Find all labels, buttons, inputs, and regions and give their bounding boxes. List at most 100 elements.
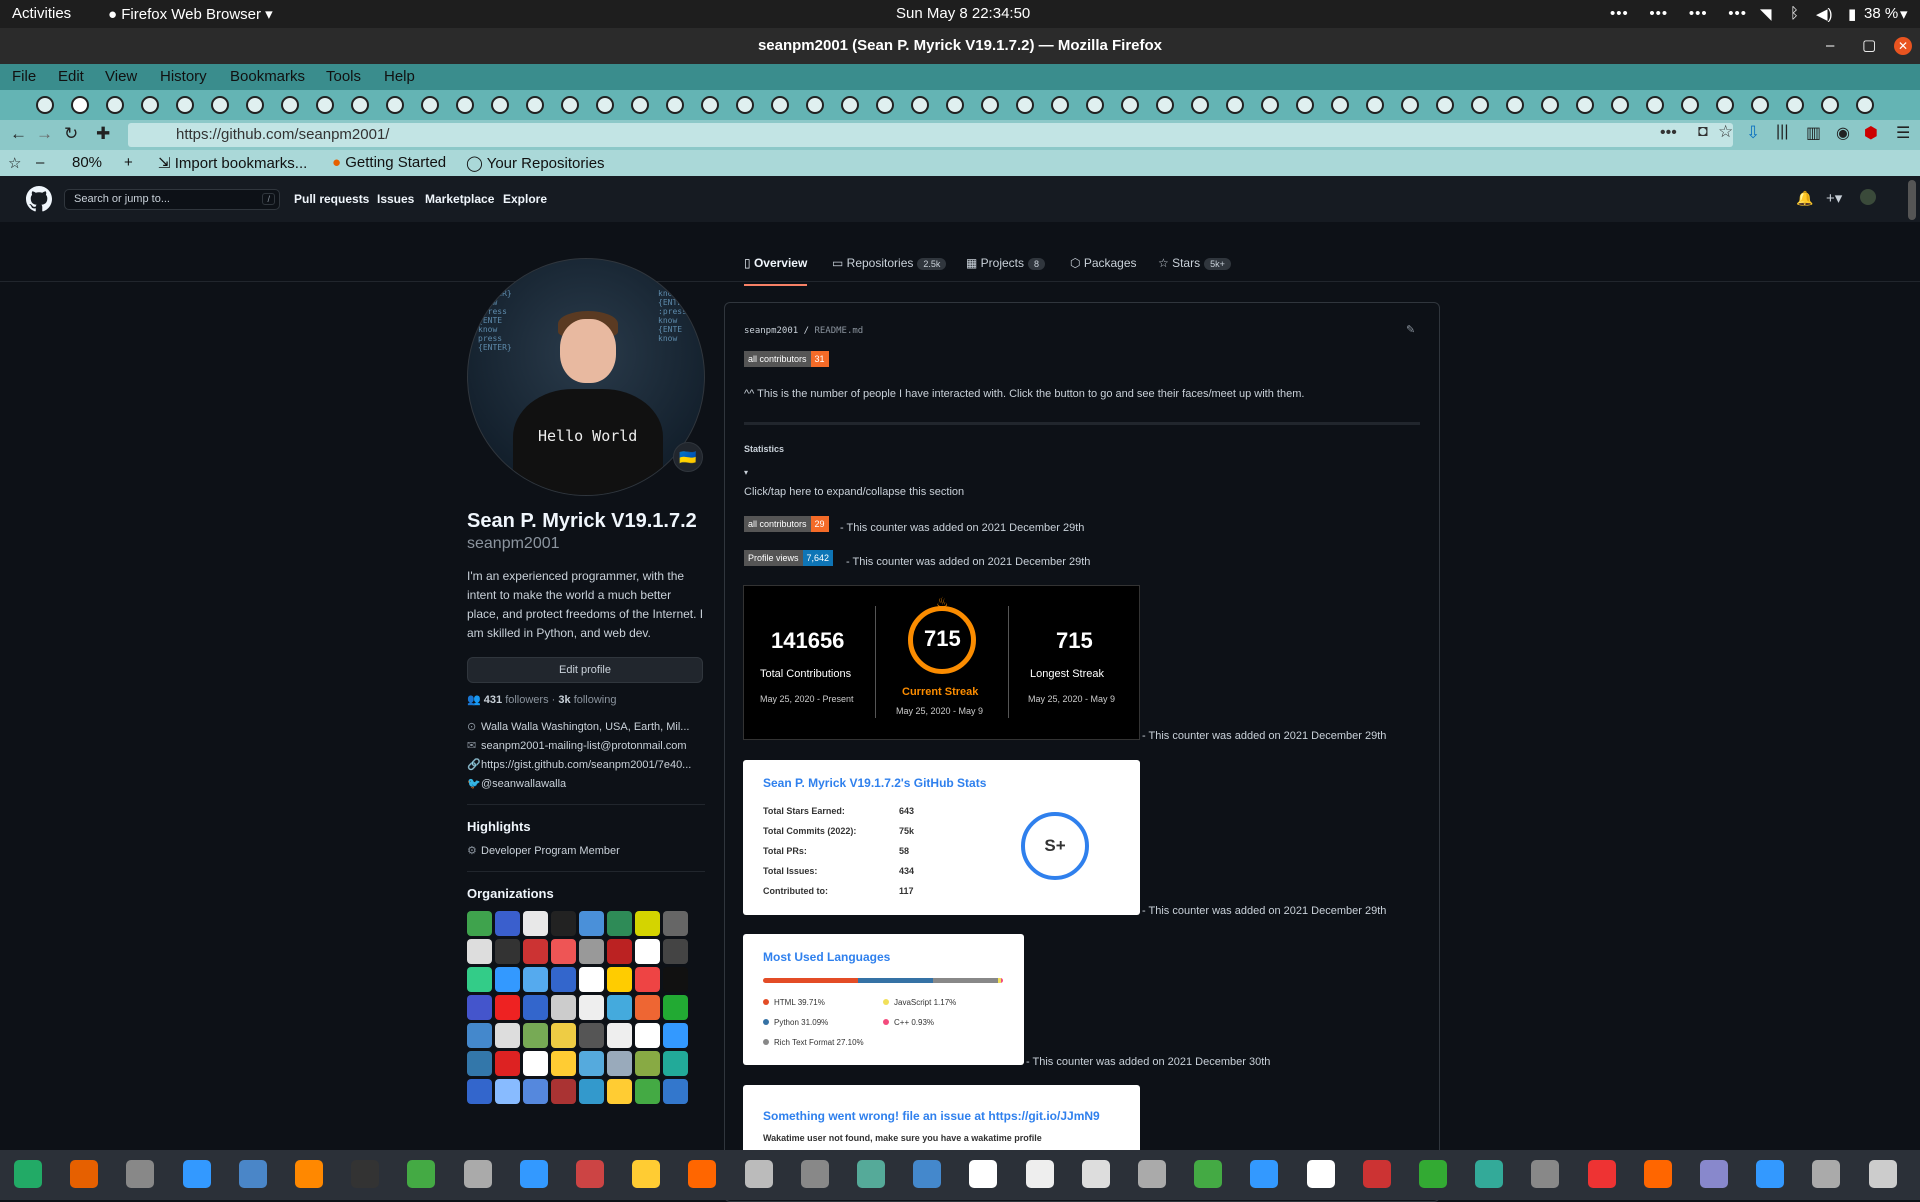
taskbar-app-icon[interactable] [463,1160,492,1188]
organization-avatar[interactable] [467,939,492,964]
browser-tab[interactable] [1786,96,1804,114]
taskbar-app-icon[interactable] [1081,1160,1110,1188]
organization-avatar[interactable] [495,1023,520,1048]
zoom-in-icon[interactable]: + [124,154,133,171]
tab-stars[interactable]: ☆ Stars 5k+ [1158,256,1231,270]
reload-icon[interactable]: ↻ [64,124,78,144]
organization-avatar[interactable] [551,995,576,1020]
bookmark-page-icon[interactable]: ☆ [8,154,21,172]
taskbar-app-icon[interactable] [800,1160,829,1188]
nav-explore[interactable]: Explore [503,192,547,206]
browser-tab[interactable] [561,96,579,114]
taskbar-app-icon[interactable] [632,1160,661,1188]
browser-tab[interactable] [526,96,544,114]
search-input[interactable]: Search or jump to... / [64,189,280,210]
organization-avatar[interactable] [579,939,604,964]
taskbar-app-icon[interactable] [1419,1160,1447,1188]
organization-avatar[interactable] [551,939,576,964]
taskbar-app-icon[interactable] [1812,1160,1841,1188]
browser-tab[interactable] [1261,96,1279,114]
tab-packages[interactable]: ⬡ Packages [1070,256,1137,270]
all-contributors-badge-2[interactable]: all contributors 29 [744,516,829,532]
browser-tab[interactable] [806,96,824,114]
tab-projects[interactable]: ▦ Projects 8 [966,256,1046,270]
browser-tab[interactable] [71,96,89,114]
browser-tab[interactable] [316,96,334,114]
github-logo-icon[interactable] [26,186,52,212]
organization-avatar[interactable] [551,911,576,936]
browser-tab[interactable] [1471,96,1489,114]
zoom-out-icon[interactable]: – [36,154,44,171]
browser-tab[interactable] [386,96,404,114]
profile-views-badge[interactable]: Profile views 7,642 [744,550,834,566]
menu-edit[interactable]: Edit [58,68,84,85]
browser-tab[interactable] [1821,96,1839,114]
browser-tab[interactable] [736,96,754,114]
browser-tab[interactable] [281,96,299,114]
extensions-icon[interactable]: ✚ [96,124,110,144]
organization-avatar[interactable] [467,1079,492,1104]
followers-count[interactable]: 431 [484,694,502,706]
organization-avatar[interactable] [607,939,632,964]
browser-tab[interactable] [631,96,649,114]
ublock-icon[interactable]: ⬢ [1864,123,1878,143]
taskbar-app-icon[interactable] [1756,1160,1785,1188]
most-used-languages-card[interactable]: Most Used Languages HTML 39.71% Python 31… [743,934,1024,1065]
github-stats-card[interactable]: Sean P. Myrick V19.1.7.2's GitHub Stats … [743,760,1140,915]
status-emoji-icon[interactable]: 🇺🇦 [673,442,703,472]
taskbar-app-icon[interactable] [913,1160,942,1188]
organization-avatar[interactable] [579,1079,604,1104]
organization-avatar[interactable] [467,995,492,1020]
profile-website[interactable]: 🔗https://gist.github.com/seanpm2001/7e40… [467,758,705,771]
browser-tab[interactable] [1051,96,1069,114]
followers-label[interactable]: followers [505,694,548,706]
organization-avatar[interactable] [467,967,492,992]
pocket-icon[interactable]: ◘ [1698,123,1708,141]
browser-tab[interactable] [841,96,859,114]
organization-avatar[interactable] [551,967,576,992]
browser-tab[interactable] [981,96,999,114]
menu-history[interactable]: History [160,68,207,85]
battery-icon[interactable]: ▮ [1848,5,1856,23]
organization-avatar[interactable] [579,911,604,936]
downloads-icon[interactable]: ⇩ [1746,123,1760,143]
streak-stats-card[interactable]: 141656 Total Contributions May 25, 2020 … [743,585,1140,740]
browser-tab[interactable] [491,96,509,114]
taskbar-app-icon[interactable] [407,1160,436,1188]
browser-tab[interactable] [1541,96,1559,114]
taskbar-app-icon[interactable] [70,1160,99,1188]
notifications-icon[interactable]: 🔔 [1796,190,1813,207]
organization-avatar[interactable] [523,1023,548,1048]
taskbar-app-icon[interactable] [126,1160,155,1188]
organization-avatar[interactable] [523,939,548,964]
organization-avatar[interactable] [551,1051,576,1076]
browser-tab[interactable] [351,96,369,114]
back-icon[interactable]: ← [10,124,27,144]
organization-avatar[interactable] [495,995,520,1020]
browser-tab[interactable] [596,96,614,114]
browser-tab[interactable] [946,96,964,114]
browser-tab[interactable] [246,96,264,114]
taskbar-app-icon[interactable] [1700,1160,1728,1188]
library-icon[interactable]: ||| [1776,123,1788,141]
zoom-level[interactable]: 80% [72,154,102,171]
taskbar-app-icon[interactable] [1362,1160,1391,1188]
organization-avatar[interactable] [663,911,688,936]
browser-tab[interactable] [1296,96,1314,114]
taskbar-app-icon[interactable] [519,1160,548,1188]
tab-repositories[interactable]: ▭ Repositories 2.5k [832,256,947,270]
organization-avatar[interactable] [607,911,632,936]
organization-avatar[interactable] [607,1051,632,1076]
browser-tab[interactable] [1681,96,1699,114]
highlight-developer-program[interactable]: ⚙ Developer Program Member [467,844,705,857]
taskbar-app-icon[interactable] [182,1160,211,1188]
all-contributors-badge[interactable]: all contributors 31 [744,351,829,367]
organization-avatar[interactable] [467,1023,492,1048]
taskbar-app-icon[interactable] [576,1160,604,1188]
organization-avatar[interactable] [523,1051,548,1076]
browser-tab[interactable] [1121,96,1139,114]
create-new-icon[interactable]: +▾ [1826,189,1842,207]
organization-avatar[interactable] [523,911,548,936]
taskbar-app-icon[interactable] [1587,1160,1616,1188]
organization-avatar[interactable] [607,995,632,1020]
